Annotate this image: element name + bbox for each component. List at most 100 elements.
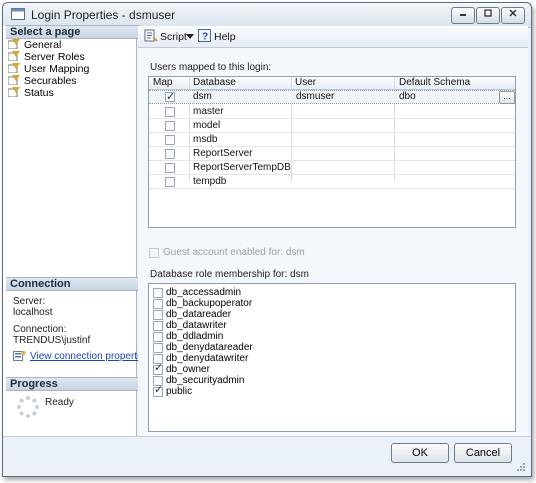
role-label: db_backupoperator xyxy=(166,298,253,309)
close-icon xyxy=(509,9,517,17)
user-cell[interactable]: dsmuser xyxy=(296,91,334,103)
server-label: Server: xyxy=(13,296,46,307)
role-label: db_datareader xyxy=(166,309,232,320)
role-label: db_denydatawriter xyxy=(166,353,249,364)
role-label: db_securityadmin xyxy=(166,375,245,386)
button-bar xyxy=(3,436,530,476)
cancel-button[interactable]: Cancel xyxy=(454,443,512,463)
role-label: public xyxy=(166,386,193,397)
role-checkbox[interactable] xyxy=(153,385,163,397)
connection-label: Connection: xyxy=(13,324,67,335)
page-item-securables[interactable]: Securables xyxy=(8,75,77,87)
column-header-map[interactable]: Map xyxy=(153,77,172,89)
grid-header: Map Database User Default Schema xyxy=(149,77,515,90)
page-item-status[interactable]: Status xyxy=(8,87,54,99)
page-item-label: User Mapping xyxy=(24,63,90,75)
svg-text:?: ? xyxy=(202,32,208,43)
help-button[interactable]: ? Help xyxy=(198,29,236,44)
page-item-label: Status xyxy=(24,87,54,99)
view-connection-properties-link[interactable]: View connection properties xyxy=(13,350,150,362)
connection-value: TRENDUS\justinf xyxy=(13,335,91,346)
map-checkbox[interactable] xyxy=(165,177,175,187)
page-item-general[interactable]: General xyxy=(8,39,61,51)
role-checkbox[interactable] xyxy=(153,332,163,342)
page-item-label: Securables xyxy=(24,75,77,87)
map-checkbox[interactable] xyxy=(165,121,175,131)
wrench-page-icon xyxy=(8,75,20,85)
properties-icon xyxy=(13,350,26,361)
users-mapped-label: Users mapped to this login: xyxy=(150,62,272,73)
role-checkbox[interactable] xyxy=(153,321,163,331)
role-label: db_denydatareader xyxy=(166,342,253,353)
role-checkbox[interactable] xyxy=(153,310,163,320)
window-icon xyxy=(11,8,25,20)
select-page-header: Select a page xyxy=(6,25,139,39)
minimize-icon xyxy=(460,14,466,16)
wrench-page-icon xyxy=(8,51,20,61)
wrench-page-icon xyxy=(8,63,20,73)
map-checkbox[interactable] xyxy=(165,149,175,159)
database-cell: ReportServer xyxy=(193,148,253,159)
script-button[interactable]: Script xyxy=(144,29,187,44)
close-button[interactable] xyxy=(501,7,525,24)
wrench-page-icon xyxy=(8,87,20,97)
role-label: db_datawriter xyxy=(166,320,227,331)
users-mapped-grid: Map Database User Default Schema dsm dsm… xyxy=(148,76,516,228)
script-label: Script xyxy=(160,31,187,43)
table-row[interactable]: master xyxy=(149,105,515,119)
help-label: Help xyxy=(214,31,236,43)
page-item-label: Server Roles xyxy=(24,51,85,63)
table-row[interactable]: tempdb xyxy=(149,175,515,189)
resize-grip-icon[interactable] xyxy=(516,462,526,472)
table-row[interactable]: ReportServerTempDB xyxy=(149,161,515,175)
browse-schema-button[interactable]: ... xyxy=(499,91,515,104)
progress-status: Ready xyxy=(45,397,74,408)
role-membership-list: db_accessadmin db_backupoperator db_data… xyxy=(148,283,516,432)
role-label: db_owner xyxy=(166,364,210,375)
database-cell: ReportServerTempDB xyxy=(193,162,291,173)
table-row[interactable]: msdb xyxy=(149,133,515,147)
column-header-database[interactable]: Database xyxy=(193,77,236,89)
page-item-user-mapping[interactable]: User Mapping xyxy=(8,63,89,75)
guest-account-label: Guest account enabled for: dsm xyxy=(163,247,305,258)
page-item-label: General xyxy=(24,39,62,51)
window-title: Login Properties - dsmuser xyxy=(31,8,176,22)
role-checkbox[interactable] xyxy=(153,363,163,375)
wrench-page-icon xyxy=(8,39,20,49)
role-label: db_accessadmin xyxy=(166,287,242,298)
guest-account-checkbox-row[interactable]: Guest account enabled for: dsm xyxy=(149,247,349,259)
page-item-server-roles[interactable]: Server Roles xyxy=(8,51,85,63)
map-checkbox[interactable] xyxy=(165,135,175,145)
progress-header: Progress xyxy=(6,377,139,391)
view-connection-properties-text: View connection properties xyxy=(30,351,150,362)
guest-account-checkbox[interactable] xyxy=(149,248,159,258)
script-dropdown-arrow-icon[interactable] xyxy=(186,34,194,40)
database-cell: tempdb xyxy=(193,176,227,187)
maximize-icon xyxy=(484,9,492,17)
map-checkbox[interactable] xyxy=(165,107,175,117)
role-label: db_ddladmin xyxy=(166,331,224,342)
schema-cell[interactable]: dbo xyxy=(399,91,416,103)
role-membership-label: Database role membership for: dsm xyxy=(150,269,309,280)
role-checkbox[interactable] xyxy=(153,288,163,298)
map-checkbox[interactable] xyxy=(165,90,175,103)
database-cell: master xyxy=(193,106,224,117)
table-row[interactable]: model xyxy=(149,119,515,133)
database-cell: dsm xyxy=(193,91,212,102)
minimize-button[interactable] xyxy=(451,7,475,24)
progress-spinner-icon xyxy=(17,396,39,418)
column-header-default-schema[interactable]: Default Schema xyxy=(399,77,470,89)
database-cell: msdb xyxy=(193,134,218,145)
column-header-user[interactable]: User xyxy=(295,77,316,89)
server-value: localhost xyxy=(13,307,53,318)
role-checkbox[interactable] xyxy=(153,299,163,309)
help-icon: ? xyxy=(198,29,211,43)
ok-button[interactable]: OK xyxy=(391,443,449,463)
toolbar: Script ? Help xyxy=(138,26,528,48)
table-row[interactable]: ReportServer xyxy=(149,147,515,161)
table-row[interactable]: dsm dsmuser dbo xyxy=(149,90,515,104)
maximize-button[interactable] xyxy=(476,7,500,24)
database-cell: model xyxy=(193,120,221,131)
map-checkbox[interactable] xyxy=(165,163,175,173)
role-checkbox[interactable] xyxy=(153,343,163,353)
